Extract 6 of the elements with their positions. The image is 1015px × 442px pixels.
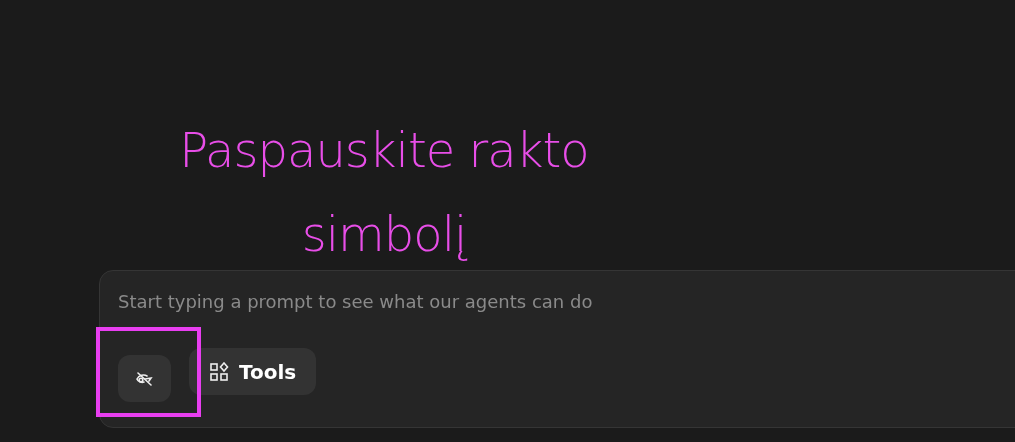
eye-slash-icon <box>134 370 155 386</box>
annotation-text: Paspauskite rakto simbolį <box>178 121 590 264</box>
tools-button[interactable]: Tools <box>189 348 317 395</box>
apps-icon <box>209 361 229 382</box>
prompt-field[interactable]: Start typing a prompt to see what our agents can do <box>118 291 818 312</box>
hide-button[interactable] <box>118 354 171 402</box>
